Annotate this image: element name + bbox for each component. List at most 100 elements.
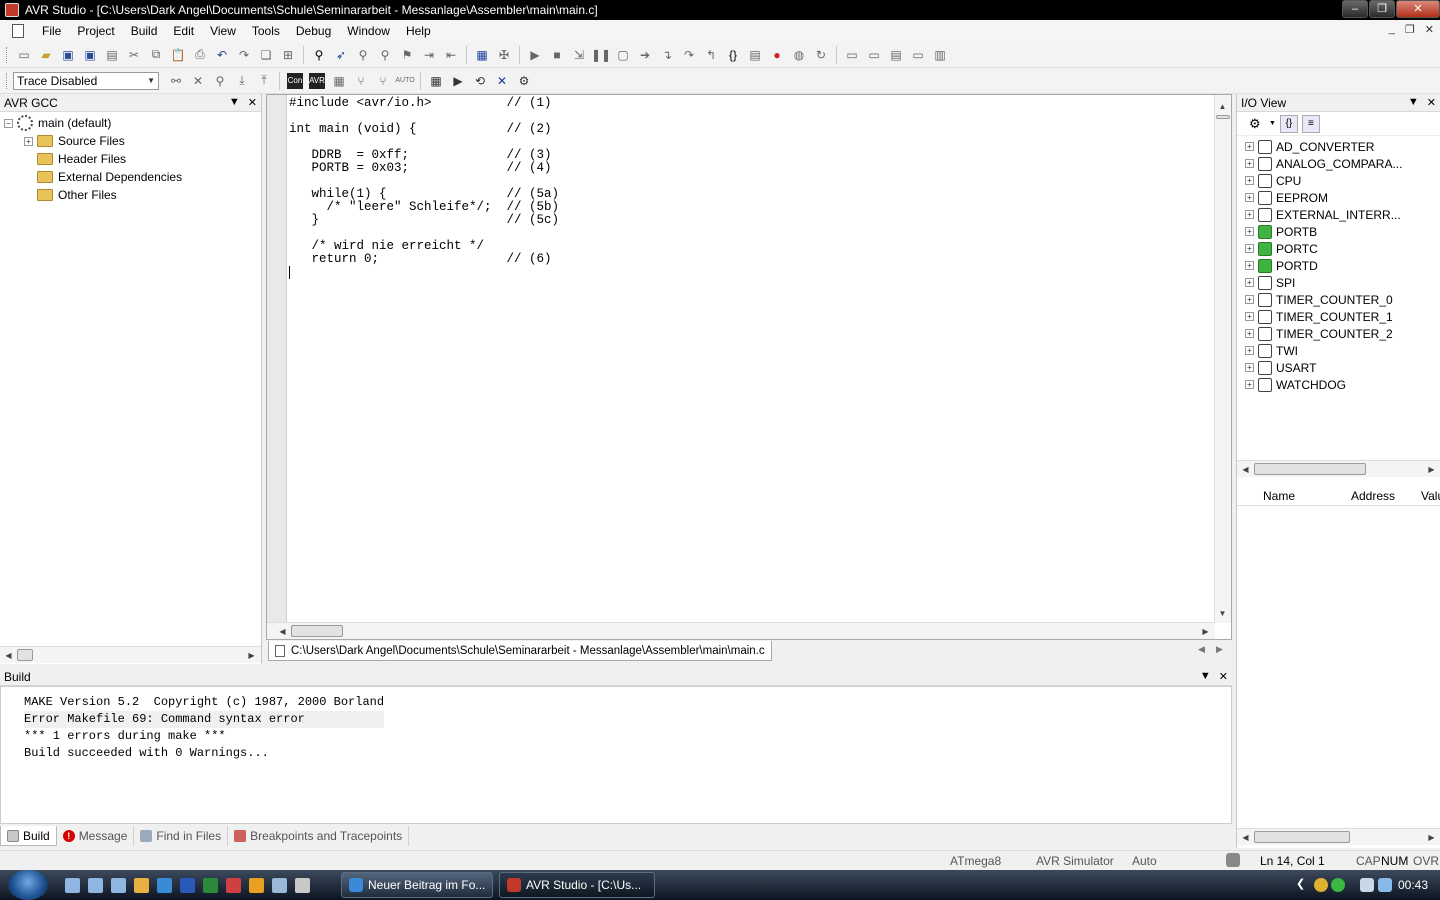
chevron-down-icon[interactable]: ▼ — [1408, 96, 1419, 109]
tree-view-icon[interactable]: {} — [1279, 114, 1298, 133]
scroll-thumb[interactable] — [1254, 463, 1366, 475]
calendar-icon[interactable]: ▦ — [428, 73, 444, 89]
outdent-icon[interactable]: ⇤ — [443, 47, 459, 63]
redo-icon[interactable]: ↷ — [236, 47, 252, 63]
expand-icon[interactable]: + — [1245, 363, 1254, 372]
task-avr-studio[interactable]: AVR Studio - [C:\Us... — [499, 872, 655, 898]
step-out-icon[interactable]: ↰ — [703, 47, 719, 63]
scroll-left-icon[interactable]: ◀ — [1238, 830, 1253, 845]
document-icon[interactable] — [12, 24, 24, 38]
tree-item-source-files[interactable]: + Source Files — [4, 132, 261, 150]
scroll-right-icon[interactable]: ▶ — [1424, 462, 1439, 477]
collapse-icon[interactable]: − — [4, 118, 13, 128]
io-item[interactable]: + TIMER_COUNTER_2 — [1237, 325, 1440, 342]
expand-icon[interactable]: + — [1245, 380, 1254, 389]
quicklaunch-icon[interactable] — [88, 878, 103, 893]
copy-icon[interactable]: ⧉ — [148, 47, 164, 63]
quicklaunch-icon[interactable] — [111, 878, 126, 893]
close-icon[interactable]: ✕ — [1427, 96, 1436, 109]
expand-icon[interactable]: + — [1245, 176, 1254, 185]
expand-icon[interactable]: + — [1245, 193, 1254, 202]
tray-icon[interactable] — [1360, 878, 1374, 892]
expand-icon[interactable]: + — [1245, 295, 1254, 304]
watch-window-icon[interactable]: ▭ — [844, 47, 860, 63]
code-text[interactable]: #include <avr/io.h> // (1) int main (void… — [289, 97, 559, 279]
media-player-icon[interactable] — [249, 878, 264, 893]
undo-icon[interactable]: ↶ — [214, 47, 230, 63]
editor-horizontal-scrollbar[interactable]: ◀ ▶ — [267, 622, 1215, 639]
io-settings-icon[interactable]: ⚙ — [1249, 116, 1265, 132]
tab-message[interactable]: ! Message — [57, 826, 135, 846]
stop-icon[interactable]: ■ — [549, 47, 565, 63]
autostep-icon[interactable]: ▤ — [747, 47, 763, 63]
quickwatch-icon[interactable]: ◍ — [791, 47, 807, 63]
task-browser[interactable]: Neuer Beitrag im Fo... — [341, 872, 493, 898]
split-icon[interactable]: ⑂ — [375, 73, 391, 89]
chevron-down-icon[interactable]: ▼ — [229, 96, 240, 109]
branch-icon[interactable]: ⑂ — [353, 73, 369, 89]
expand-icon[interactable]: + — [1245, 278, 1254, 287]
verify-icon[interactable]: ⟲ — [472, 73, 488, 89]
excel-icon[interactable] — [203, 878, 218, 893]
expand-icon[interactable]: + — [1245, 329, 1254, 338]
start-button[interactable] — [8, 870, 48, 900]
open-folder-icon[interactable]: ▰ — [38, 47, 54, 63]
scroll-thumb[interactable] — [1216, 115, 1230, 119]
tree-item-other-files[interactable]: Other Files — [4, 186, 261, 204]
editor-vertical-scrollbar[interactable]: ▲ ▼ — [1214, 95, 1231, 623]
expand-icon[interactable]: + — [1245, 312, 1254, 321]
expand-icon[interactable]: + — [1245, 261, 1254, 270]
loop-icon[interactable]: ↻ — [813, 47, 829, 63]
expand-icon[interactable]: + — [1245, 244, 1254, 253]
scroll-thumb[interactable] — [1254, 831, 1350, 843]
breakpoint-icon[interactable]: ● — [769, 47, 785, 63]
disassembler-icon[interactable]: ▭ — [910, 47, 926, 63]
step-into-icon[interactable]: ↴ — [659, 47, 675, 63]
build-icon[interactable]: ▦ — [474, 47, 490, 63]
run-icon[interactable]: ▶ — [527, 47, 543, 63]
expand-icon[interactable]: + — [1245, 227, 1254, 236]
menu-file[interactable]: File — [34, 24, 69, 38]
tree-item-root[interactable]: − main (default) — [4, 114, 261, 132]
tray-icon[interactable] — [1331, 878, 1345, 892]
io-item[interactable]: + TIMER_COUNTER_0 — [1237, 291, 1440, 308]
tray-expand-icon[interactable]: ❮ — [1296, 877, 1305, 890]
word-icon[interactable] — [180, 878, 195, 893]
save-all-icon[interactable]: ▣ — [82, 47, 98, 63]
column-value[interactable]: Valu — [1421, 489, 1440, 503]
menu-build[interactable]: Build — [123, 24, 166, 38]
close-icon[interactable]: ✕ — [248, 96, 257, 109]
trace-mode-select[interactable]: Trace Disabled ▼ — [13, 71, 159, 90]
maximize-button[interactable]: ❐ — [1369, 0, 1395, 18]
network-icon[interactable] — [1378, 878, 1392, 892]
bookmark-icon[interactable]: ⚑ — [399, 47, 415, 63]
find-next-icon[interactable]: ➶ — [333, 47, 349, 63]
expand-icon[interactable]: + — [24, 136, 33, 146]
tab-scroll-right-icon[interactable]: ▶ — [1216, 644, 1223, 655]
project-horizontal-scrollbar[interactable]: ◀ ▶ — [0, 646, 261, 663]
step-icon[interactable]: ⇲ — [571, 47, 587, 63]
scroll-up-icon[interactable]: ▲ — [1215, 99, 1230, 114]
scroll-right-icon[interactable]: ▶ — [1424, 830, 1439, 845]
indent-icon[interactable]: ⇥ — [421, 47, 437, 63]
tab-build[interactable]: Build — [0, 826, 57, 846]
window-tile-icon[interactable]: ⊞ — [280, 47, 296, 63]
list-view-icon[interactable]: ≡ — [1301, 114, 1320, 133]
pause-icon[interactable]: ❚❚ — [591, 47, 611, 63]
trace-filter-icon[interactable]: ⚲ — [212, 73, 228, 89]
scroll-thumb[interactable] — [291, 625, 343, 637]
print-preview-icon[interactable]: ⎙ — [192, 47, 208, 63]
tab-breakpoints[interactable]: Breakpoints and Tracepoints — [228, 826, 410, 846]
show-next-statement-icon[interactable]: ➔ — [637, 47, 653, 63]
scroll-right-icon[interactable]: ▶ — [244, 648, 259, 663]
scroll-down-icon[interactable]: ▼ — [1215, 606, 1230, 621]
build-tools-icon[interactable]: ✠ — [496, 47, 512, 63]
io-item[interactable]: + ANALOG_COMPARA... — [1237, 155, 1440, 172]
expand-icon[interactable]: + — [1245, 210, 1254, 219]
scroll-thumb[interactable] — [17, 649, 33, 661]
menu-view[interactable]: View — [202, 24, 244, 38]
io-item[interactable]: + TWI — [1237, 342, 1440, 359]
io-item[interactable]: + PORTB — [1237, 223, 1440, 240]
io-item[interactable]: + AD_CONVERTER — [1237, 138, 1440, 155]
reset-icon[interactable]: ▢ — [615, 47, 631, 63]
